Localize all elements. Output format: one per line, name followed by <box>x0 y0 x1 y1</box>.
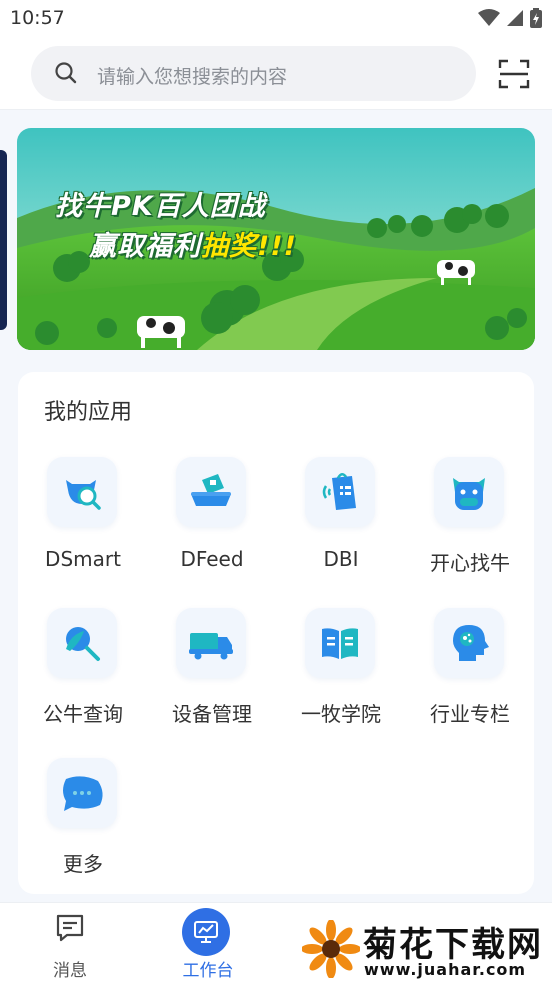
banner-line2-highlight: 抽奖!!! <box>201 231 297 262</box>
app-bull-search[interactable]: 公牛查询 <box>20 608 140 748</box>
status-icons <box>478 8 542 28</box>
banner-line2-main: 赢取福利 <box>89 231 201 262</box>
top-bar: 请输入您想搜索的内容 <box>0 38 552 110</box>
my-apps-card: 我的应用 DSmart DFeed DBI 开心找牛 公牛查询 设备管理 一牧学… <box>18 372 534 894</box>
scan-icon[interactable] <box>498 58 530 90</box>
watermark-title: 菊花下载网 <box>363 925 543 965</box>
app-industry-column[interactable]: 行业专栏 <box>407 608 527 748</box>
chat-bubble-more-icon <box>63 776 103 811</box>
report-bag-icon <box>322 473 356 510</box>
cow-face-icon <box>453 478 485 510</box>
app-label: 行业专栏 <box>430 702 510 726</box>
watermark-url: www.juahar.com <box>364 960 527 979</box>
tab-messages[interactable]: 消息 <box>0 903 140 983</box>
app-label: 公牛查询 <box>43 702 123 726</box>
banner-title-line1: 找牛PK百人团战 <box>55 191 266 222</box>
tab-workbench[interactable]: 工作台 <box>138 903 278 983</box>
app-label: 一牧学院 <box>301 702 381 726</box>
cow-search-icon <box>66 480 101 510</box>
promo-banner[interactable]: 找牛PK百人团战 赢取福利抽奖!!! <box>17 128 535 350</box>
app-label: 更多 <box>63 852 103 876</box>
app-dfeed[interactable]: DFeed <box>149 457 269 597</box>
app-academy[interactable]: 一牧学院 <box>278 608 398 748</box>
truck-icon <box>189 633 233 660</box>
search-input[interactable]: 请输入您想搜索的内容 <box>31 46 476 101</box>
app-label: 开心找牛 <box>430 551 510 575</box>
app-label: DSmart <box>45 547 121 571</box>
open-book-icon <box>322 628 358 659</box>
side-drawer-handle[interactable] <box>0 150 7 330</box>
status-time: 10:57 <box>10 7 65 29</box>
tab-label: 消息 <box>53 961 87 981</box>
message-icon <box>56 914 84 942</box>
app-label: 设备管理 <box>172 702 252 726</box>
workbench-chart-icon <box>182 908 230 956</box>
bull-search-icon <box>66 627 100 661</box>
head-idea-icon <box>453 625 489 661</box>
app-dbi[interactable]: DBI <box>278 457 398 597</box>
search-placeholder: 请输入您想搜索的内容 <box>97 66 288 88</box>
wifi-icon <box>478 9 500 26</box>
app-find-cow[interactable]: 开心找牛 <box>407 457 527 597</box>
search-icon <box>55 62 77 84</box>
chrysanthemum-logo <box>302 920 360 978</box>
app-label: DFeed <box>180 547 244 571</box>
status-bar: 10:57 <box>0 0 552 38</box>
banner-title-line2: 赢取福利抽奖!!! <box>89 224 297 263</box>
tab-label: 工作台 <box>182 961 234 981</box>
app-more[interactable]: 更多 <box>20 758 140 898</box>
app-label: DBI <box>323 547 359 571</box>
app-dsmart[interactable]: DSmart <box>20 457 140 597</box>
feed-trough-icon <box>191 474 231 506</box>
section-title: 我的应用 <box>44 400 133 425</box>
watermark: 菊花下载网 www.juahar.com <box>302 914 552 983</box>
battery-icon <box>530 8 542 28</box>
app-device-manage[interactable]: 设备管理 <box>149 608 269 748</box>
signal-icon <box>507 10 523 26</box>
